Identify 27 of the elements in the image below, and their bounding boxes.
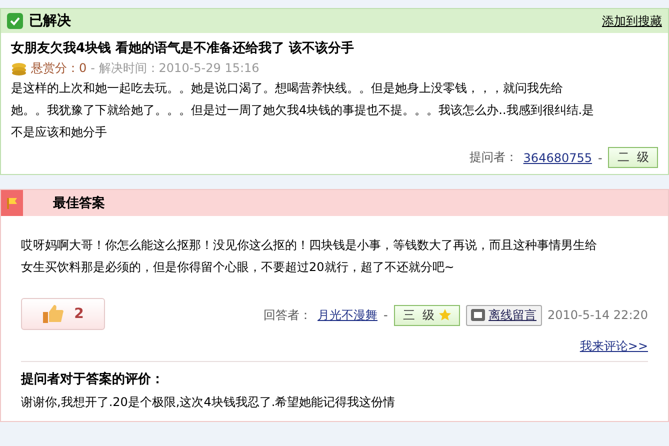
answer-body: 哎呀妈啊大哥！你怎么能这么抠那！没见你这么抠的！四块钱是小事，等钱数大了再说，而且这种事情男生给女生买饮料那是必须的，但是你得留个心眼，不要超过20就行，超了不还就分吧~: [21, 237, 598, 276]
question-title: 女朋友欠我4块钱 看她的语气是不准备还给我了 该不该分手: [11, 40, 356, 57]
level-badge: 二 级: [608, 147, 658, 168]
asker-link[interactable]: 364680755: [523, 150, 592, 164]
evaluation-text: 谢谢你,我想开了.20是个极限,这次4块钱我忍了.希望她能记得我这份情: [21, 394, 396, 411]
like-button[interactable]: 2: [21, 298, 105, 330]
dash: -: [384, 308, 388, 322]
evaluation-title: 提问者对于答案的评价：: [21, 370, 165, 388]
add-favorite-link[interactable]: 添加到搜藏: [602, 12, 662, 30]
answerer-label: 回答者：: [264, 306, 312, 324]
comment-link[interactable]: 我来评论>>: [580, 339, 648, 353]
best-answer-header: 最佳答案: [53, 194, 105, 212]
solved-time: - 解决时间：2010-5-29 15:16: [90, 60, 260, 77]
reward-label: 悬赏分：0: [31, 60, 87, 77]
coins-icon: [11, 62, 27, 76]
message-icon: [470, 309, 484, 321]
star-icon: [438, 309, 450, 321]
offline-message-button[interactable]: 离线留言: [466, 304, 542, 326]
flag-icon: [1, 190, 23, 216]
question-body: 是这样的上次和她一起吃去玩。。她是说口渴了。想喝营养快线。。但是她身上没零钱，，，就问我先给她。。我犹豫了下就给她了。。。但是过一周了她欠我4块钱的事提也不提。。。我该怎么办..我感到很纠结.是不是应该和她分手: [11, 80, 596, 141]
answerer-link[interactable]: 月光不漫舞: [318, 306, 378, 324]
thumbs-up-icon: [42, 304, 64, 324]
answer-date: 2010-5-14 22:20: [548, 308, 648, 322]
asker-label: 提问者：: [469, 149, 518, 166]
level-badge: 三 级: [394, 304, 460, 326]
status-label: 已解决: [29, 12, 72, 30]
dash: -: [598, 150, 602, 164]
